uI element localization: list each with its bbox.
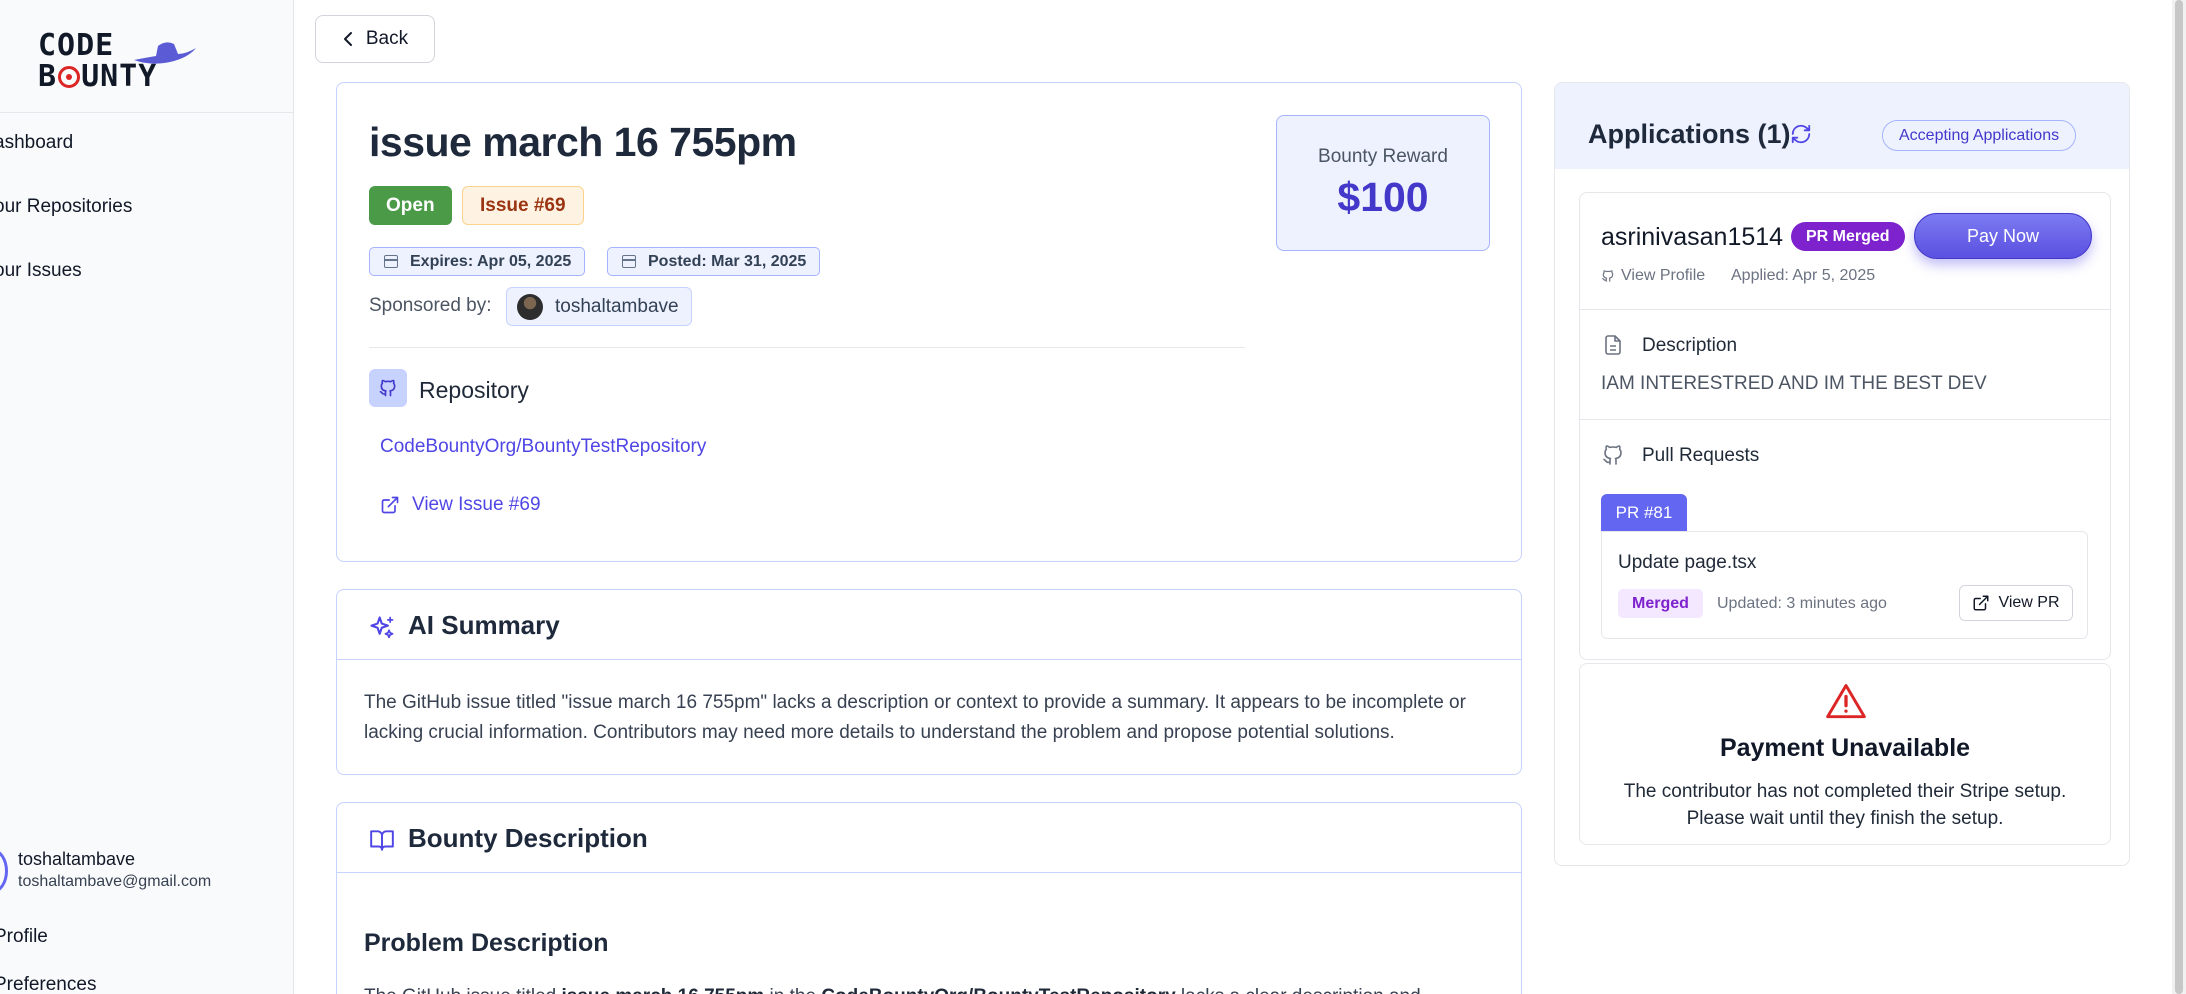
payment-line-2: Please wait until they finish the setup.: [1686, 808, 2004, 829]
divider: [1580, 419, 2110, 420]
user-name: toshaltambave: [18, 849, 136, 869]
pd-repo-name: CodeBountyOrg/BountyTestRepository: [821, 986, 1175, 994]
external-link-icon: [381, 496, 399, 514]
scrollbar-thumb[interactable]: [2175, 0, 2183, 994]
bounty-reward-label: Bounty Reward: [1318, 146, 1448, 167]
issue-number-badge: Issue #69: [462, 186, 584, 225]
book-open-icon: [370, 830, 394, 851]
accepting-applications-badge: Accepting Applications: [1882, 120, 2077, 151]
pd-issue-title: issue march 16 755pm: [561, 986, 764, 994]
sidebar: CODE B UNTY ashboard our Repositories our…: [0, 0, 294, 994]
repository-icon-box: [369, 369, 407, 407]
bounty-amount: $100: [1337, 174, 1429, 220]
sponsor-name: toshaltambave: [555, 296, 679, 317]
sponsored-by-label: Sponsored by:: [369, 295, 492, 316]
sponsor-avatar: [517, 294, 543, 320]
external-link-icon: [1973, 595, 1989, 611]
sparkles-icon: [370, 616, 394, 639]
issue-title: issue march 16 755pm: [369, 119, 797, 165]
bounty-description-header: Bounty Description: [337, 803, 1521, 873]
status-badge: Open: [369, 186, 452, 225]
pull-requests-heading: Pull Requests: [1642, 445, 1760, 466]
cowboy-hat-icon: [134, 42, 196, 64]
description-heading: Description: [1642, 335, 1738, 356]
sidebar-item-repositories[interactable]: our Repositories: [0, 196, 132, 218]
view-pr-button[interactable]: View PR: [1959, 585, 2073, 621]
back-label: Back: [365, 28, 409, 49]
warning-triangle-icon: [1826, 684, 1866, 719]
sidebar-item-issues[interactable]: our Issues: [0, 260, 82, 282]
expires-date: Expires: Apr 05, 2025: [410, 253, 572, 270]
refresh-icon[interactable]: [1790, 123, 1812, 145]
document-icon: [1605, 335, 1621, 355]
view-issue-label: View Issue #69: [412, 494, 541, 515]
problem-description-text: The GitHub issue titled issue march 16 7…: [364, 986, 1421, 994]
pr-state-badge: Merged: [1618, 589, 1703, 618]
view-profile-link[interactable]: View Profile: [1601, 267, 1705, 285]
pr-updated-time: Updated: 3 minutes ago: [1717, 595, 1887, 612]
logo-b: B: [38, 59, 58, 94]
github-icon: [1603, 445, 1622, 465]
back-button[interactable]: Back: [315, 15, 435, 63]
ai-summary-card: AI Summary The GitHub issue titled "issu…: [336, 589, 1522, 775]
github-icon: [379, 379, 396, 397]
issue-card: issue march 16 755pm Open Issue #69 Expi…: [336, 82, 1522, 562]
calendar-icon: [384, 255, 398, 268]
pd-text-part: lacks a clear description and: [1176, 986, 1421, 994]
ai-summary-header: AI Summary: [337, 590, 1521, 660]
pr-title: Update page.tsx: [1618, 552, 1757, 573]
pull-request-item: Update page.tsx Merged Updated: 3 minute…: [1601, 531, 2088, 639]
sidebar-item-dashboard[interactable]: ashboard: [0, 132, 73, 154]
ai-summary-title: AI Summary: [408, 610, 560, 640]
divider: [1580, 309, 2110, 310]
sponsor-chip[interactable]: toshaltambave: [506, 287, 692, 326]
sidebar-divider: [0, 112, 293, 113]
pd-text-part: in the: [764, 986, 821, 994]
view-issue-link[interactable]: View Issue #69: [380, 494, 541, 516]
applications-title: Applications (1): [1588, 119, 1791, 149]
sidebar-item-profile[interactable]: Profile: [0, 926, 48, 948]
payment-line-1: The contributor has not completed their …: [1623, 781, 2067, 802]
repository-link[interactable]: CodeBountyOrg/BountyTestRepository: [380, 436, 706, 458]
problem-description-heading: Problem Description: [364, 929, 609, 957]
application-description: IAM INTERESTRED AND IM THE BEST DEV: [1601, 373, 1987, 394]
pr-merged-badge: PR Merged: [1791, 222, 1905, 251]
view-profile-label: View Profile: [1621, 267, 1706, 284]
code-bounty-logo[interactable]: CODE B UNTY: [38, 30, 196, 94]
chevron-left-icon: [343, 32, 352, 46]
repository-heading: Repository: [419, 377, 529, 403]
applications-header: Applications (1) Accepting Applications: [1555, 83, 2129, 169]
pr-tab[interactable]: PR #81: [1601, 494, 1687, 532]
payment-unavailable-title: Payment Unavailable: [1719, 734, 1971, 762]
ai-summary-text: The GitHub issue titled "issue march 16 …: [364, 692, 1466, 743]
divider: [369, 347, 1245, 348]
expires-chip: Expires: Apr 05, 2025: [369, 247, 586, 276]
pay-now-button[interactable]: Pay Now: [1914, 213, 2092, 259]
github-icon: [1602, 270, 1614, 282]
posted-date: Posted: Mar 31, 2025: [648, 253, 807, 270]
applied-date: Applied: Apr 5, 2025: [1731, 267, 1876, 284]
payment-unavailable-card: Payment Unavailable The contributor has …: [1579, 663, 2111, 845]
applications-panel: Applications (1) Accepting Applications …: [1554, 82, 2130, 866]
view-pr-label: View PR: [1998, 594, 2060, 611]
bounty-description-title: Bounty Description: [408, 823, 648, 853]
applicant-name: asrinivasan1514: [1601, 223, 1784, 251]
bounty-reward-box: Bounty Reward $100: [1276, 115, 1490, 251]
payment-unavailable-text: The contributor has not completed their …: [1580, 778, 2110, 832]
user-email: toshaltambave@gmail.com: [18, 873, 212, 890]
bounty-description-card: Bounty Description Problem Description T…: [336, 802, 1522, 994]
pd-text-part: The GitHub issue titled: [364, 986, 561, 994]
sidebar-item-preferences[interactable]: Preferences: [0, 974, 96, 994]
target-icon: [58, 65, 81, 88]
application-card: asrinivasan1514 PR Merged Pay Now View P…: [1579, 192, 2111, 660]
user-avatar[interactable]: [0, 849, 8, 893]
posted-chip: Posted: Mar 31, 2025: [607, 247, 821, 276]
calendar-icon: [622, 255, 636, 268]
